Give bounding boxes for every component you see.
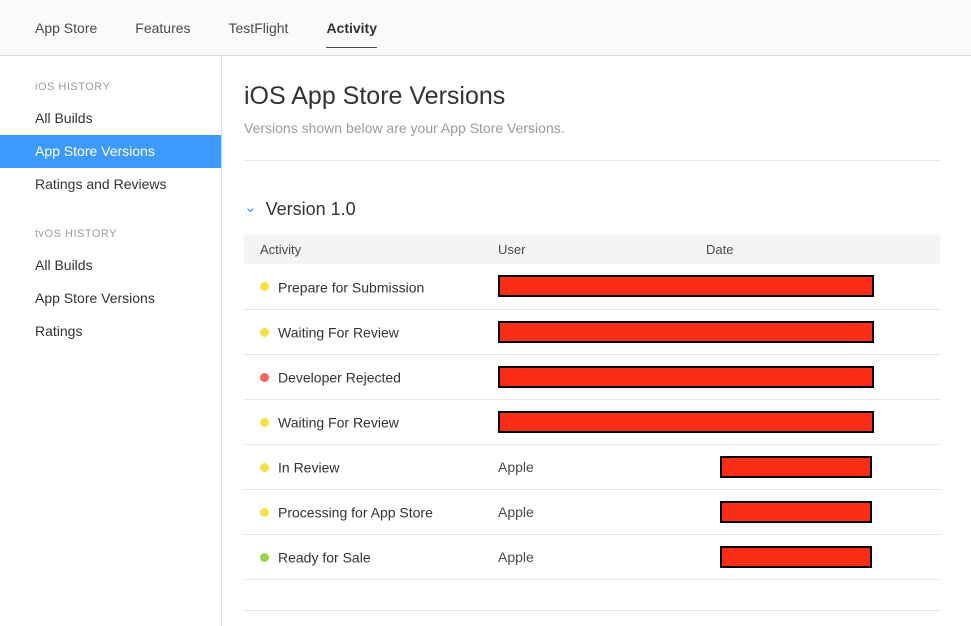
main-content: iOS App Store Versions Versions shown be… — [222, 56, 971, 626]
sidebar-item-ratings-and-reviews[interactable]: Ratings and Reviews — [0, 168, 221, 201]
activity-label: Waiting For Review — [278, 414, 399, 430]
table-row: Ready for Sale Apple — [244, 534, 940, 579]
sidebar: iOS HISTORYAll BuildsApp Store VersionsR… — [0, 56, 222, 626]
status-dot-yellow — [260, 508, 269, 517]
user-cell: Apple — [498, 444, 706, 489]
column-header-user: User — [498, 235, 706, 264]
date-cell — [706, 534, 940, 579]
status-dot-yellow — [260, 463, 269, 472]
activity-cell: Waiting For Review — [244, 309, 498, 354]
activity-label: Waiting For Review — [278, 324, 399, 340]
user-cell: Apple — [498, 534, 706, 579]
activity-label: Prepare for Submission — [278, 279, 424, 295]
table-row: Prepare for Submission — [244, 264, 940, 309]
section-bottom-divider — [244, 610, 940, 611]
status-dot-yellow — [260, 418, 269, 427]
activity-cell: Ready for Sale — [244, 534, 498, 579]
activity-table-body: Prepare for Submission Waiting For Review… — [244, 264, 940, 579]
top-navigation: App Store Features TestFlight Activity — [0, 0, 971, 56]
nav-tab-activity[interactable]: Activity — [326, 0, 377, 56]
redaction-box — [720, 546, 872, 568]
user-date-cell — [498, 354, 940, 399]
version-section-toggle[interactable]: ⌄ Version 1.0 — [244, 199, 940, 220]
title-divider — [244, 160, 940, 161]
sidebar-item-all-builds[interactable]: All Builds — [0, 102, 221, 135]
user-cell: Apple — [498, 489, 706, 534]
sidebar-section-header-tvos-history: tvOS HISTORY — [0, 227, 221, 241]
status-dot-yellow — [260, 282, 269, 291]
nav-tab-app-store[interactable]: App Store — [35, 0, 97, 56]
activity-label: Developer Rejected — [278, 369, 401, 385]
user-date-cell — [498, 264, 940, 309]
redaction-box — [720, 501, 872, 523]
chevron-down-icon: ⌄ — [244, 200, 257, 215]
page-subtitle: Versions shown below are your App Store … — [244, 120, 940, 136]
status-dot-green — [260, 553, 269, 562]
sidebar-item-app-store-versions[interactable]: App Store Versions — [0, 282, 221, 315]
activity-table: ActivityUserDate Prepare for Submission W… — [244, 235, 940, 580]
column-header-activity: Activity — [244, 235, 498, 264]
nav-tab-testflight[interactable]: TestFlight — [229, 0, 289, 56]
user-date-cell — [498, 309, 940, 354]
redaction-box — [498, 321, 874, 343]
status-dot-yellow — [260, 328, 269, 337]
redaction-box — [720, 456, 872, 478]
table-row: Developer Rejected — [244, 354, 940, 399]
redaction-box — [498, 411, 874, 433]
table-row: Waiting For Review — [244, 309, 940, 354]
sidebar-item-all-builds[interactable]: All Builds — [0, 249, 221, 282]
column-header-date: Date — [706, 235, 940, 264]
page-layout: iOS HISTORYAll BuildsApp Store VersionsR… — [0, 56, 971, 626]
redaction-box — [498, 275, 874, 297]
page-title: iOS App Store Versions — [244, 82, 940, 111]
activity-label: Ready for Sale — [278, 549, 371, 565]
user-date-cell — [498, 399, 940, 444]
activity-label: In Review — [278, 459, 339, 475]
table-header-row: ActivityUserDate — [244, 235, 940, 264]
nav-tab-features[interactable]: Features — [135, 0, 190, 56]
version-section-label: Version 1.0 — [266, 199, 356, 220]
sidebar-item-ratings[interactable]: Ratings — [0, 315, 221, 348]
activity-cell: In Review — [244, 444, 498, 489]
activity-cell: Processing for App Store — [244, 489, 498, 534]
redaction-box — [498, 366, 874, 388]
date-cell — [706, 444, 940, 489]
status-dot-red — [260, 373, 269, 382]
sidebar-item-app-store-versions[interactable]: App Store Versions — [0, 135, 221, 168]
activity-cell: Developer Rejected — [244, 354, 498, 399]
activity-label: Processing for App Store — [278, 504, 433, 520]
activity-cell: Waiting For Review — [244, 399, 498, 444]
table-row: In Review Apple — [244, 444, 940, 489]
date-cell — [706, 489, 940, 534]
table-row: Processing for App Store Apple — [244, 489, 940, 534]
table-row: Waiting For Review — [244, 399, 940, 444]
activity-cell: Prepare for Submission — [244, 264, 498, 309]
sidebar-section-header-ios-history: iOS HISTORY — [0, 80, 221, 94]
